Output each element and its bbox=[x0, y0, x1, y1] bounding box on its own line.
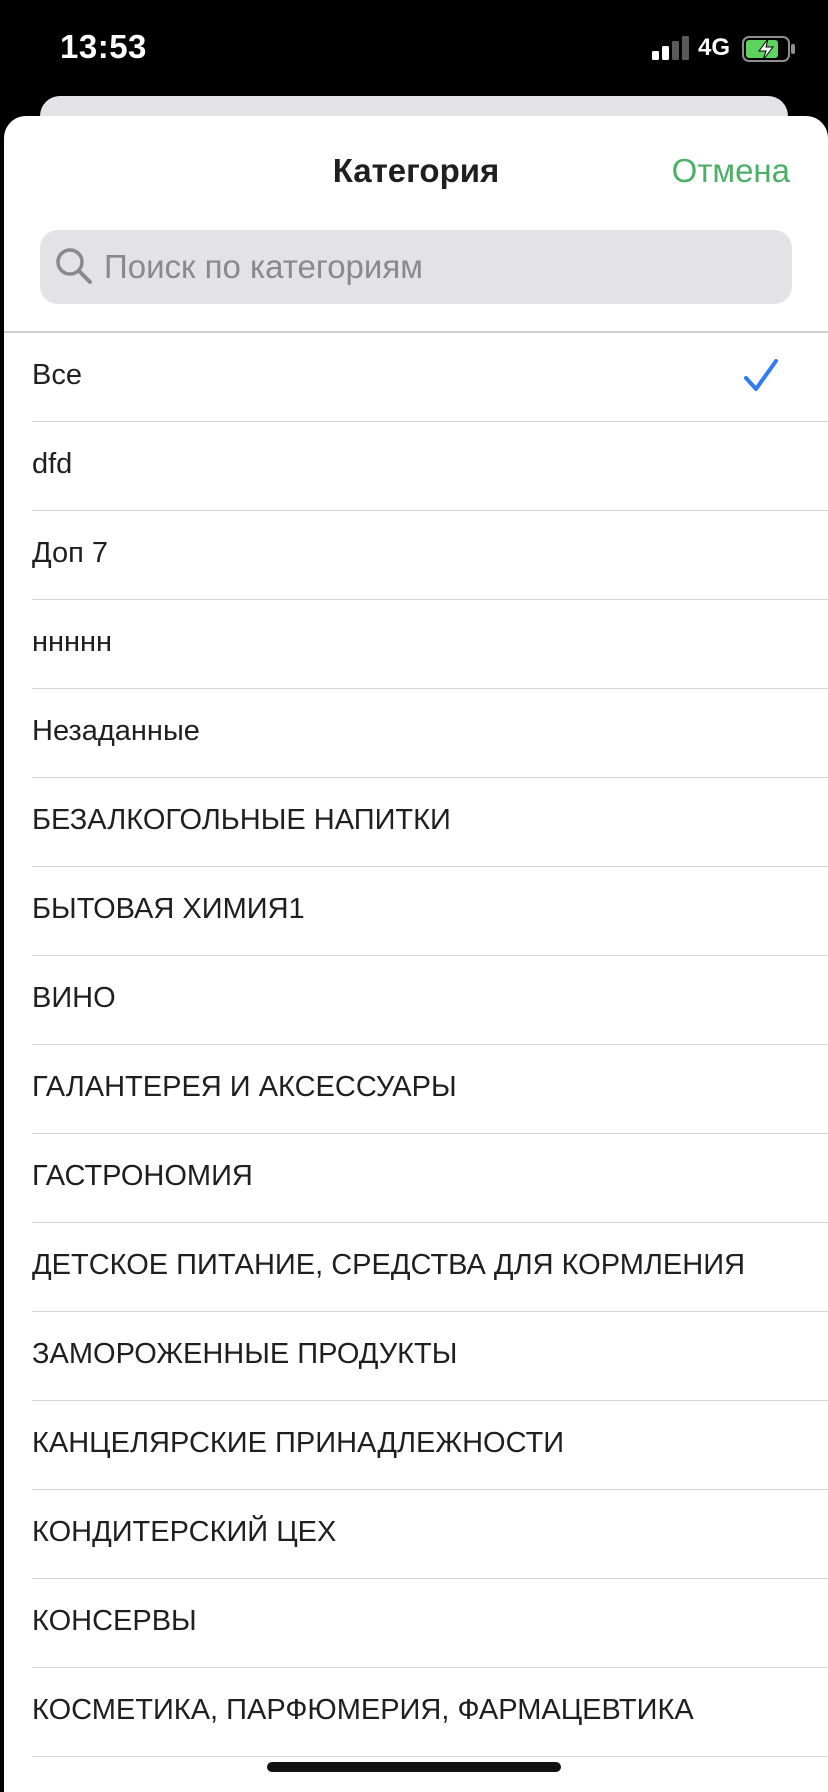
category-row[interactable]: ЗАМОРОЖЕННЫЕ ПРОДУКТЫ bbox=[4, 1312, 828, 1401]
category-label: ГАЛАНТЕРЕЯ И АКСЕССУАРЫ bbox=[32, 1071, 457, 1103]
network-type: 4G bbox=[698, 34, 731, 61]
status-bar: 13:53 4G bbox=[0, 0, 828, 100]
category-row[interactable]: ГАЛАНТЕРЕЯ И АКСЕССУАРЫ bbox=[4, 1045, 828, 1134]
category-label: Доп 7 bbox=[32, 537, 108, 569]
battery-charging-icon bbox=[742, 36, 795, 62]
category-row[interactable]: Доп 7 bbox=[4, 511, 828, 600]
category-label: ГАСТРОНОМИЯ bbox=[32, 1160, 253, 1192]
category-row[interactable]: БЫТОВАЯ ХИМИЯ1 bbox=[4, 867, 828, 956]
category-row[interactable]: Незаданные bbox=[4, 689, 828, 778]
category-row[interactable]: dfd bbox=[4, 422, 828, 511]
search-input[interactable] bbox=[104, 230, 774, 304]
status-time: 13:53 bbox=[60, 28, 147, 65]
category-row[interactable]: Все bbox=[4, 333, 828, 422]
search-bar[interactable] bbox=[40, 230, 792, 304]
category-label: КОНСЕРВЫ bbox=[32, 1605, 197, 1637]
category-row[interactable]: КОНСЕРВЫ bbox=[4, 1579, 828, 1668]
phone-screen: 13:53 4G Категория Отмена ВсеdfdДоп 7ннн… bbox=[0, 0, 828, 1792]
category-label: КОСМЕТИКА, ПАРФЮМЕРИЯ, ФАРМАЦЕВТИКА bbox=[32, 1694, 694, 1726]
category-label: Все bbox=[32, 359, 82, 391]
category-label: ВИНО bbox=[32, 982, 116, 1014]
cancel-button[interactable]: Отмена bbox=[672, 152, 790, 190]
category-label: dfd bbox=[32, 448, 73, 480]
category-row[interactable]: ннннн bbox=[4, 600, 828, 689]
category-label: Незаданные bbox=[32, 715, 200, 747]
category-row[interactable]: ГАСТРОНОМИЯ bbox=[4, 1134, 828, 1223]
category-label: ЗАМОРОЖЕННЫЕ ПРОДУКТЫ bbox=[32, 1338, 458, 1370]
category-label: БЫТОВАЯ ХИМИЯ1 bbox=[32, 893, 305, 925]
category-row[interactable]: КОСМЕТИКА, ПАРФЮМЕРИЯ, ФАРМАЦЕВТИКА bbox=[4, 1668, 828, 1757]
category-label: ннннн bbox=[32, 626, 113, 658]
category-list: Все dfd Доп 7 ннннн Незаданные БЕЗАЛКОГОЛЬНЫЕ… bbox=[4, 333, 828, 1757]
signal-icon bbox=[652, 36, 692, 60]
home-indicator bbox=[267, 1762, 561, 1772]
category-label: БЕЗАЛКОГОЛЬНЫЕ НАПИТКИ bbox=[32, 804, 451, 836]
search-icon bbox=[56, 248, 92, 284]
category-label: КОНДИТЕРСКИЙ ЦЕХ bbox=[32, 1516, 337, 1548]
category-row[interactable]: ДЕТСКОЕ ПИТАНИЕ, СРЕДСТВА ДЛЯ КОРМЛЕНИЯ bbox=[4, 1223, 828, 1312]
row-separator bbox=[32, 1755, 828, 1757]
category-row[interactable]: КАНЦЕЛЯРСКИЕ ПРИНАДЛЕЖНОСТИ bbox=[4, 1401, 828, 1490]
category-label: ДЕТСКОЕ ПИТАНИЕ, СРЕДСТВА ДЛЯ КОРМЛЕНИЯ bbox=[32, 1249, 746, 1281]
category-sheet: Категория Отмена ВсеdfdДоп 7нннннНезадан… bbox=[4, 116, 828, 1792]
category-label: КАНЦЕЛЯРСКИЕ ПРИНАДЛЕЖНОСТИ bbox=[32, 1427, 565, 1459]
category-row[interactable]: КОНДИТЕРСКИЙ ЦЕХ bbox=[4, 1490, 828, 1579]
category-row[interactable]: ВИНО bbox=[4, 956, 828, 1045]
checkmark-icon bbox=[744, 359, 778, 391]
category-row[interactable]: БЕЗАЛКОГОЛЬНЫЕ НАПИТКИ bbox=[4, 778, 828, 867]
